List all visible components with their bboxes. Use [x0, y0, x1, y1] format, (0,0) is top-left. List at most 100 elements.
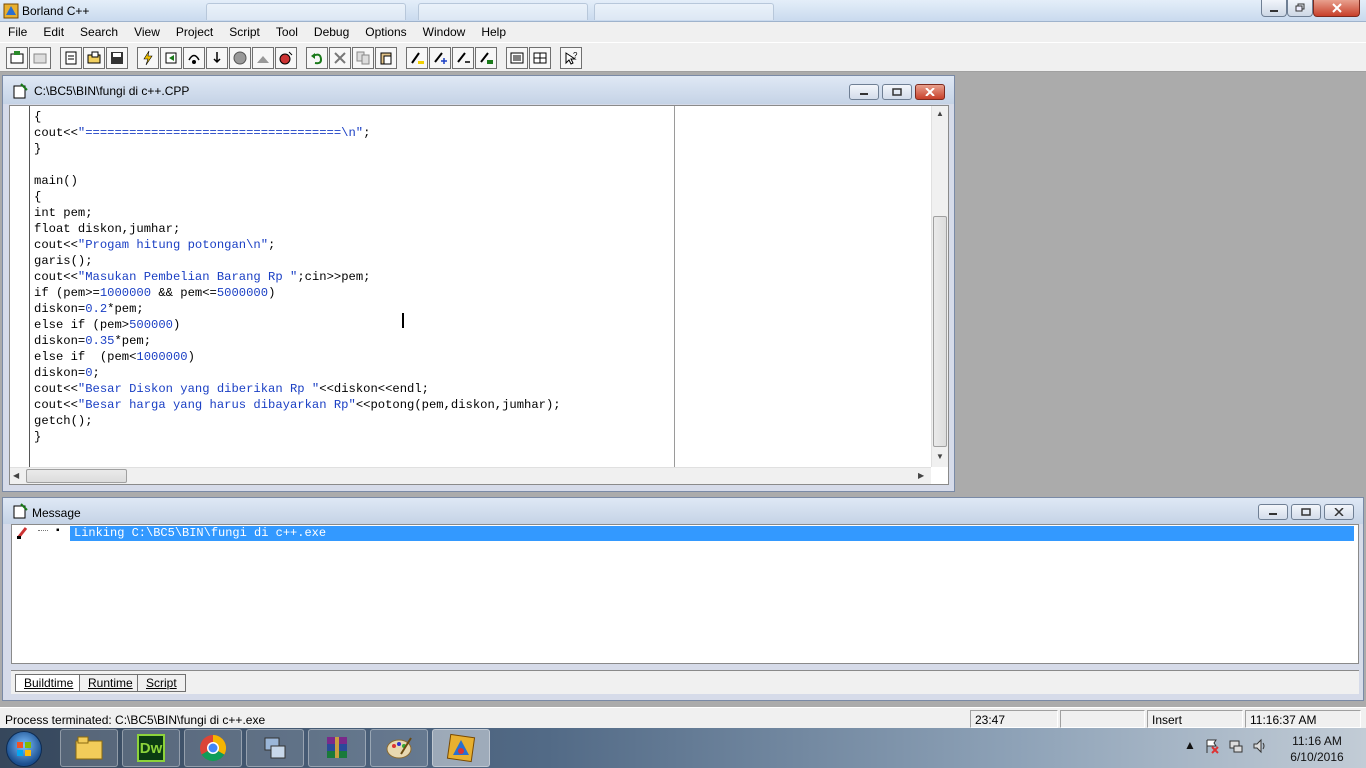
undo-button[interactable]	[306, 47, 328, 69]
vertical-scroll-thumb[interactable]	[933, 216, 947, 447]
cut-button[interactable]	[329, 47, 351, 69]
code-line[interactable]	[34, 157, 561, 173]
menu-debug[interactable]: Debug	[306, 22, 357, 42]
insert-mode: Insert	[1147, 710, 1243, 728]
menu-edit[interactable]: Edit	[35, 22, 72, 42]
code-line[interactable]: float diskon,jumhar;	[34, 221, 561, 237]
new-file-button[interactable]	[60, 47, 82, 69]
find-button[interactable]	[406, 47, 428, 69]
close-project-button[interactable]	[29, 47, 51, 69]
tree-expand-icon[interactable]: ▪	[56, 525, 60, 536]
tab-runtime[interactable]: Runtime	[79, 674, 142, 692]
taskbar-dreamweaver[interactable]: Dw	[122, 729, 180, 767]
step-over-button[interactable]	[183, 47, 205, 69]
code-line[interactable]: diskon=0.2*pem;	[34, 301, 561, 317]
tab-buildtime[interactable]: Buildtime	[15, 674, 83, 692]
trace-into-button[interactable]	[206, 47, 228, 69]
network-status-icon[interactable]	[1228, 738, 1244, 754]
menu-help[interactable]: Help	[473, 22, 514, 42]
pause-button[interactable]	[252, 47, 274, 69]
borland-app-icon[interactable]	[3, 3, 19, 19]
code-line[interactable]: }	[34, 141, 561, 157]
taskbar-borland[interactable]	[432, 729, 490, 767]
horizontal-scroll-thumb[interactable]	[26, 469, 127, 483]
code-line[interactable]: int pem;	[34, 205, 561, 221]
menu-view[interactable]: View	[126, 22, 168, 42]
window-tile-button[interactable]	[529, 47, 551, 69]
message-close-button[interactable]	[1324, 504, 1354, 520]
restore-button[interactable]	[1287, 0, 1313, 17]
code-line[interactable]: if (pem>=1000000 && pem<=5000000)	[34, 285, 561, 301]
taskbar-explorer[interactable]	[60, 729, 118, 767]
code-token: diskon=	[34, 366, 86, 380]
code-editor[interactable]: {cout<<"================================…	[9, 105, 949, 485]
message-row[interactable]: ▪ Linking C:\BC5\BIN\fungi di c++.exe	[12, 525, 1358, 541]
open-file-button[interactable]	[83, 47, 105, 69]
menu-project[interactable]: Project	[168, 22, 221, 42]
code-line[interactable]: getch();	[34, 413, 561, 429]
code-line[interactable]: diskon=0.35*pem;	[34, 333, 561, 349]
tab-script[interactable]: Script	[137, 674, 186, 692]
list-button[interactable]	[506, 47, 528, 69]
volume-icon[interactable]	[1252, 738, 1268, 754]
code-token: ;	[363, 126, 371, 140]
code-line[interactable]: cout<<"Progam hitung potongan\n";	[34, 237, 561, 253]
menu-file[interactable]: File	[0, 22, 35, 42]
scroll-up-icon[interactable]: ▲	[936, 109, 944, 118]
code-token: diskon=	[34, 302, 86, 316]
code-line[interactable]: main()	[34, 173, 561, 189]
minimize-button[interactable]	[1261, 0, 1287, 17]
code-line[interactable]: else if (pem<1000000)	[34, 349, 561, 365]
make-button[interactable]	[137, 47, 159, 69]
taskbar-clock[interactable]: 11:16 AM 6/10/2016	[1280, 733, 1354, 765]
string-literal: "Masukan Pembelian Barang Rp "	[77, 270, 298, 284]
menu-script[interactable]: Script	[221, 22, 268, 42]
taskbar-paint[interactable]	[370, 729, 428, 767]
code-line[interactable]: else if (pem>500000)	[34, 317, 561, 333]
message-maximize-button[interactable]	[1291, 504, 1321, 520]
horizontal-scrollbar[interactable]: ◀ ▶	[10, 467, 931, 484]
flag-warning-icon[interactable]	[1204, 738, 1220, 754]
close-button[interactable]	[1313, 0, 1360, 17]
run-button[interactable]	[275, 47, 297, 69]
code-line[interactable]: }	[34, 429, 561, 445]
menu-tool[interactable]: Tool	[268, 22, 306, 42]
editor-minimize-button[interactable]	[849, 84, 879, 100]
taskbar-network[interactable]	[246, 729, 304, 767]
code-line[interactable]: {	[34, 189, 561, 205]
menu-search[interactable]: Search	[72, 22, 126, 42]
code-line[interactable]: cout<<"=================================…	[34, 125, 561, 141]
menu-window[interactable]: Window	[415, 22, 474, 42]
search-again-button[interactable]	[452, 47, 474, 69]
code-line[interactable]: cout<<"Besar Diskon yang diberikan Rp "<…	[34, 381, 561, 397]
editor-maximize-button[interactable]	[882, 84, 912, 100]
scroll-down-icon[interactable]: ▼	[936, 452, 944, 461]
message-title-bar: Message	[3, 498, 1363, 524]
code-line[interactable]: cout<<"Besar harga yang harus dibayarkan…	[34, 397, 561, 413]
scroll-right-icon[interactable]: ▶	[918, 471, 924, 480]
editor-close-button[interactable]	[915, 84, 945, 100]
copy-button[interactable]	[352, 47, 374, 69]
replace-button[interactable]	[429, 47, 451, 69]
help-button[interactable]: ?	[560, 47, 582, 69]
browse-button[interactable]	[475, 47, 497, 69]
message-list[interactable]: ▪ Linking C:\BC5\BIN\fungi di c++.exe	[11, 524, 1359, 664]
source-code[interactable]: {cout<<"================================…	[34, 109, 561, 445]
code-line[interactable]: cout<<"Masukan Pembelian Barang Rp ";cin…	[34, 269, 561, 285]
show-hidden-icons-icon[interactable]: ▲	[1184, 738, 1196, 758]
paste-button[interactable]	[375, 47, 397, 69]
start-button[interactable]	[6, 731, 42, 767]
build-button[interactable]	[160, 47, 182, 69]
open-project-button[interactable]	[6, 47, 28, 69]
vertical-scrollbar[interactable]: ▲ ▼	[931, 106, 948, 467]
code-line[interactable]: diskon=0;	[34, 365, 561, 381]
code-line[interactable]: {	[34, 109, 561, 125]
scroll-left-icon[interactable]: ◀	[13, 471, 19, 480]
taskbar-winrar[interactable]	[308, 729, 366, 767]
code-line[interactable]: garis();	[34, 253, 561, 269]
save-file-button[interactable]	[106, 47, 128, 69]
taskbar-chrome[interactable]	[184, 729, 242, 767]
menu-options[interactable]: Options	[357, 22, 414, 42]
message-minimize-button[interactable]	[1258, 504, 1288, 520]
stop-button[interactable]	[229, 47, 251, 69]
